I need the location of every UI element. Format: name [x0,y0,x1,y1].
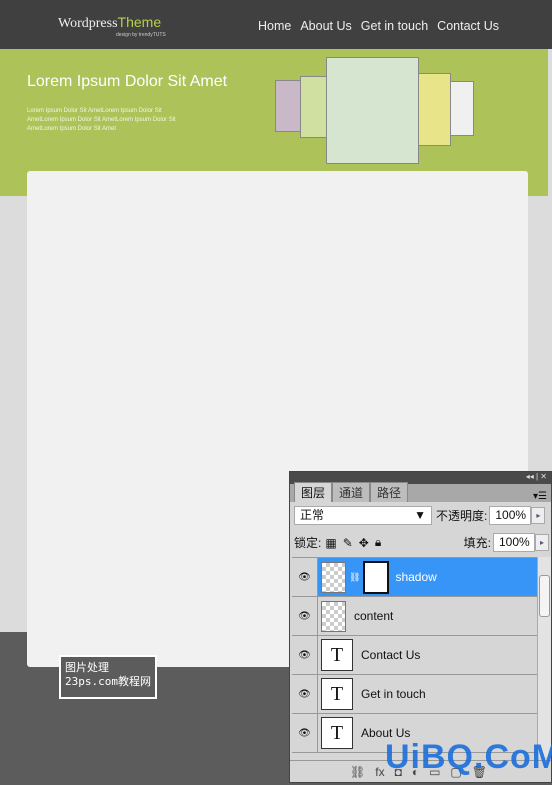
layer-name: shadow [395,570,437,584]
main-nav: Home About Us Get in touch Contact Us [258,19,499,33]
logo-main: Wordpress [58,16,118,31]
eye-icon[interactable]: 👁︎ [292,596,318,636]
layer-contact-us[interactable]: 👁︎ T Contact Us [292,635,537,675]
theme-preview-image [449,81,474,136]
layer-list: 👁︎ ⛓︎ shadow 👁︎ content 👁︎ T Contact Us 👁︎… [292,557,537,757]
fx-icon[interactable]: fx [375,765,384,779]
opacity-input[interactable]: 100% [489,506,532,525]
layers-scrollbar[interactable] [537,557,551,757]
link-icon[interactable]: ⛓︎ [349,572,360,583]
hero-title: Lorem Ipsum Dolor Sit Amet [27,73,228,90]
close-icon[interactable]: ✕ [540,472,547,481]
layer-thumbnail [321,561,346,593]
layer-name: content [354,609,394,623]
layers-panel: ◂◂ | ✕ 图层 通道 路径 ▾☰ 正常 ▼ 不透明度: 100% ▸ 锁定: … [289,471,552,783]
eye-icon[interactable]: 👁︎ [292,635,318,675]
logo-accent: Theme [117,14,162,30]
tab-channels[interactable]: 通道 [332,482,371,502]
site-header: WordpressTheme design by trendyTUTS Home… [0,0,552,49]
fill-input[interactable]: 100% [493,533,535,552]
fill-arrow-button[interactable]: ▸ [535,534,549,551]
hero-text: Lorem Ipsum Dolor Sit AmetLorem Ipsum Do… [27,108,176,132]
layer-shadow[interactable]: 👁︎ ⛓︎ shadow [292,558,537,597]
text-layer-icon: T [321,678,353,710]
lock-paint-icon[interactable]: ✎ [343,536,353,550]
collapse-icon[interactable]: ◂◂ [526,472,534,481]
text-layer-icon: T [321,717,353,749]
blend-row: 正常 ▼ 不透明度: 100% ▸ [294,506,546,525]
nav-home[interactable]: Home [258,19,291,33]
watermark-brand: UiBQ.CoM [385,738,552,776]
opacity-label: 不透明度: [436,509,488,523]
chevron-down-icon: ▼ [414,508,426,522]
lock-all-icon[interactable]: 🔒︎ [375,535,381,550]
blend-mode-select[interactable]: 正常 ▼ [294,506,432,525]
nav-about[interactable]: About Us [300,19,351,33]
opacity-arrow-button[interactable]: ▸ [531,507,546,524]
logo[interactable]: WordpressTheme [58,14,161,32]
stamp-text: 教程网 [117,675,151,688]
layer-content[interactable]: 👁︎ content [292,596,537,636]
watermark-stamp: 图片处理 23ps.com教程网 [59,655,157,699]
layer-name: Get in touch [361,687,426,701]
lock-transparency-icon[interactable]: ▦ [325,536,336,550]
nav-get-in-touch[interactable]: Get in touch [361,19,428,33]
fill-label: 填充: [463,536,491,550]
lock-move-icon[interactable]: ✥ [359,536,369,550]
blend-mode-value: 正常 [300,508,325,522]
scrollbar-thumb[interactable] [539,575,550,617]
layer-name: Contact Us [361,648,421,662]
theme-preview-image [326,57,419,164]
panel-tabs: 图层 通道 路径 ▾☰ [290,482,551,502]
layer-thumbnail [321,600,346,632]
layer-get-in-touch[interactable]: 👁︎ T Get in touch [292,674,537,714]
text-layer-icon: T [321,639,353,671]
stamp-text: 23ps.com [65,675,118,688]
eye-icon[interactable]: 👁︎ [292,713,318,753]
tagline: design by trendyTUTS [116,32,166,38]
eye-icon[interactable]: 👁︎ [292,674,318,714]
lock-label: 锁定: [294,536,322,550]
tab-layers[interactable]: 图层 [294,482,333,502]
lock-row: 锁定: ▦ ✎ ✥ 🔒︎ 填充: 100% ▸ [294,533,549,552]
theme-preview-image [417,73,451,146]
layer-mask-thumbnail[interactable] [363,560,390,594]
eye-icon[interactable]: 👁︎ [292,558,318,597]
stamp-text: 图片处理 [65,661,109,674]
link-layers-icon[interactable]: ⛓︎ [350,765,365,779]
tab-paths[interactable]: 路径 [370,482,409,502]
theme-preview-image [300,76,328,138]
panel-menu-icon[interactable]: ▾☰ [533,491,547,502]
nav-contact[interactable]: Contact Us [437,19,499,33]
